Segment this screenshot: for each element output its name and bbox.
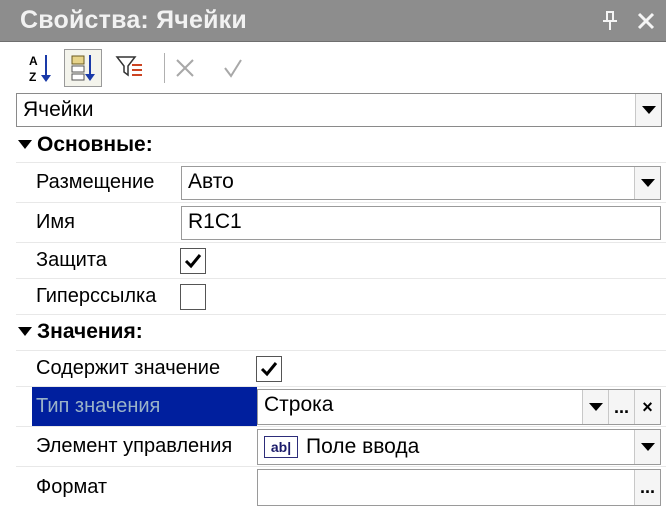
pin-icon[interactable] [596,7,624,35]
svg-text:A: A [29,54,38,68]
property-grid: Основные: Размещение Авто Имя R1C1 Защит… [16,129,666,508]
select-button[interactable]: ... [634,470,660,505]
group-label: Основные: [37,133,153,156]
properties-window: Свойства: Ячейки A Z Ячейки Основные: Ра… [0,0,666,508]
collapse-arrow-icon[interactable] [18,140,32,149]
property-row-protection: Защита [16,243,666,279]
select-button[interactable]: ... [608,390,634,424]
toolbar: A Z [0,43,666,91]
checkmark-icon [184,254,202,269]
control-element-select[interactable]: ab| Поле ввода [257,429,661,465]
chevron-down-icon[interactable] [634,167,660,199]
cancel-x-icon[interactable] [166,49,204,87]
property-row-placement: Размещение Авто [16,163,666,203]
chevron-down-icon[interactable] [634,430,660,464]
object-selector-value: Ячейки [23,98,94,121]
property-label-selected[interactable]: Тип значения [32,387,257,426]
apply-check-icon[interactable] [214,49,252,87]
placement-value: Авто [188,170,234,193]
input-field-icon: ab| [264,436,298,458]
svg-text:Z: Z [29,70,36,84]
toolbar-separator [164,53,165,83]
group-label: Значения: [37,320,143,343]
property-row-contains-value: Содержит значение [16,351,666,387]
close-icon[interactable] [632,7,660,35]
property-label: Размещение [36,171,155,193]
property-label: Имя [36,211,75,233]
checkmark-icon [260,362,278,377]
property-label: Гиперссылка [36,285,157,307]
control-element-value: Поле ввода [306,435,420,458]
chevron-down-icon[interactable] [635,94,661,126]
window-title: Свойства: Ячейки [20,6,247,34]
property-row-format: Формат ... [16,467,666,508]
title-bar[interactable]: Свойства: Ячейки [0,0,666,42]
property-label: Элемент управления [36,435,233,457]
placement-select[interactable]: Авто [181,166,661,200]
group-values[interactable]: Значения: [16,315,666,351]
name-value: R1C1 [188,210,242,233]
property-label: Защита [36,249,107,271]
property-row-value-type: Тип значения Строка ... × [16,387,666,427]
property-label: Формат [36,476,108,498]
group-main[interactable]: Основные: [16,129,666,163]
object-selector[interactable]: Ячейки [16,93,662,127]
collapse-arrow-icon[interactable] [18,327,32,336]
property-row-name: Имя R1C1 [16,203,666,243]
protection-checkbox[interactable] [180,248,206,274]
contains-value-checkbox[interactable] [256,356,282,382]
value-type-value: Строка [264,393,334,416]
clear-button[interactable]: × [634,390,660,424]
sort-by-category-icon[interactable] [64,49,102,87]
property-row-control-element: Элемент управления ab| Поле ввода [16,427,666,467]
hyperlink-checkbox[interactable] [180,284,206,310]
sort-alphabetical-icon[interactable]: A Z [22,49,60,87]
property-row-hyperlink: Гиперссылка [16,279,666,315]
format-field[interactable]: ... [257,469,661,506]
filter-properties-icon[interactable] [110,49,148,87]
name-field[interactable]: R1C1 [181,206,661,240]
chevron-down-icon[interactable] [582,390,608,424]
value-type-field[interactable]: Строка ... × [257,389,661,425]
property-label: Содержит значение [36,357,221,379]
